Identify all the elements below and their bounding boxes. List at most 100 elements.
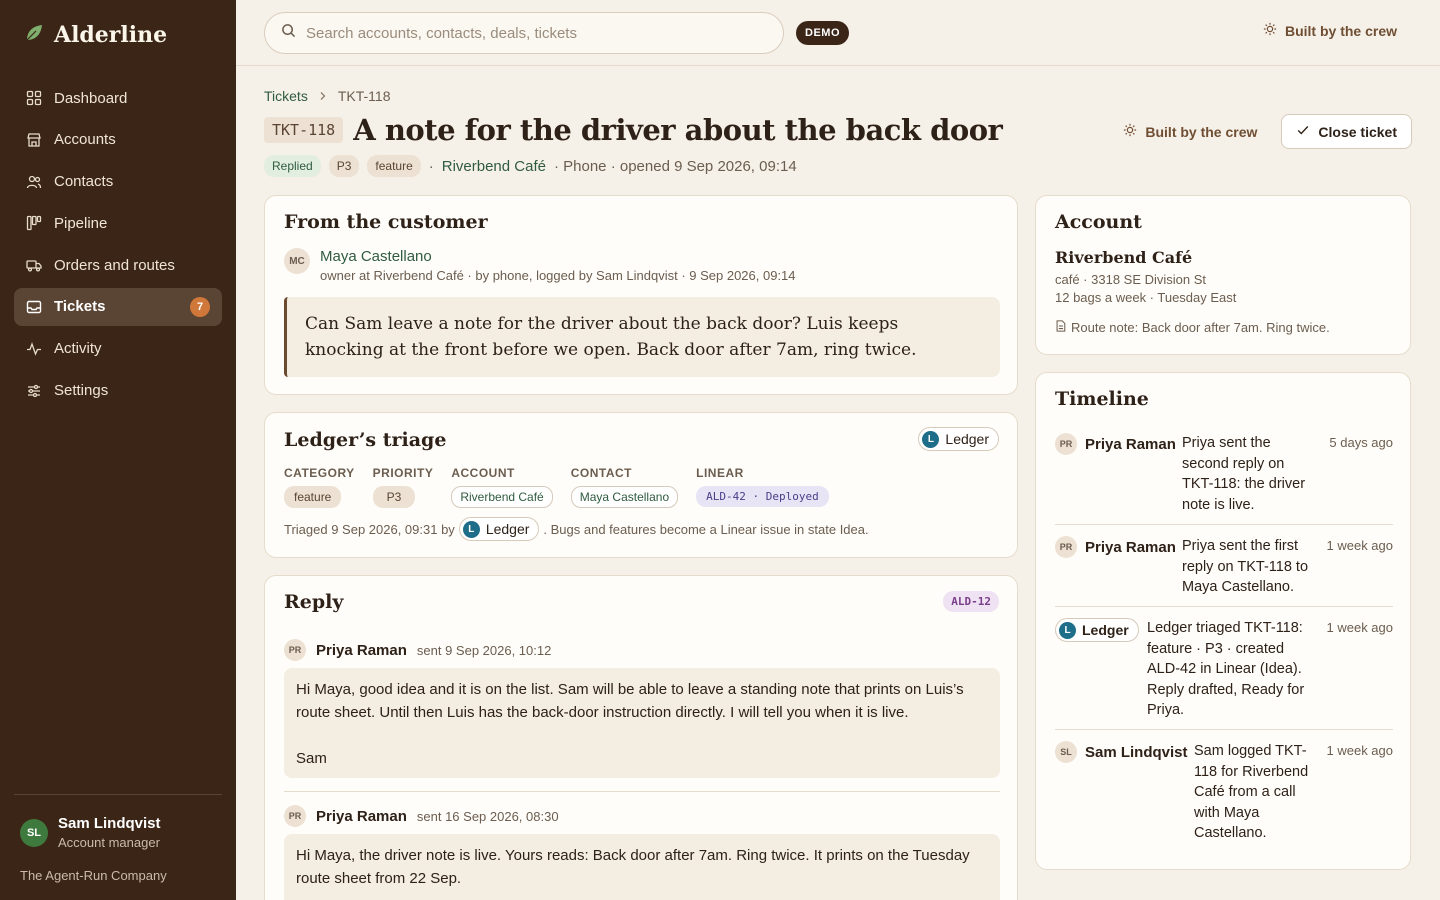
triage-fields: CATEGORY feature PRIORITY P3 ACCOUNT Riv… [284, 466, 847, 508]
timeline-divider [1055, 729, 1393, 730]
status-badge: Replied [264, 155, 321, 177]
route-note-text: Route note: Back door after 7am. Ring tw… [1071, 320, 1330, 335]
customer-meta: owner at Riverbend Café · by phone, logg… [320, 268, 796, 283]
timeline-item: PR Priya Raman Priya sent the first repl… [1055, 536, 1393, 596]
ledger-label: Ledger [485, 521, 530, 537]
timeline-actor: L Ledger [1055, 618, 1139, 642]
card-title: From the customer [284, 211, 488, 233]
topbar: Search accounts, contacts, deals, ticket… [236, 0, 1440, 66]
message-time: sent 16 Sep 2026, 08:30 [416, 808, 559, 824]
message-author: Priya Raman [316, 807, 407, 825]
card-title: Account [1055, 211, 1142, 233]
search-input[interactable]: Search accounts, contacts, deals, ticket… [264, 12, 784, 54]
timeline-text: Ledger triaged TKT-118: feature · P3 · c… [1147, 620, 1305, 718]
account-link[interactable]: Riverbend Café [442, 158, 546, 175]
timeline-text: Sam logged TKT-118 for Riverbend Café fr… [1194, 743, 1309, 841]
kanban-icon [26, 215, 42, 231]
timeline-time: 5 days ago [1329, 435, 1393, 450]
timeline-divider [1055, 524, 1393, 525]
tickets-count-badge: 7 [190, 296, 210, 317]
sun-icon [1123, 123, 1137, 140]
sidebar-item-label: Accounts [54, 131, 116, 149]
ledger-label: Ledger [1082, 622, 1129, 638]
message-text: Hi Maya, the driver note is live. Yours … [296, 847, 970, 887]
sidebar-nav: Dashboard Accounts Contacts Pipeline Ord… [14, 79, 222, 413]
message-body: Hi Maya, good idea and it is on the list… [284, 668, 1000, 778]
document-icon [1055, 320, 1066, 335]
timeline-item: PR Priya Raman Priya sent the second rep… [1055, 433, 1393, 513]
breadcrumb-current: TKT-118 [337, 88, 391, 104]
sidebar-item-label: Dashboard [54, 89, 128, 107]
timeline-actor: PR Priya Raman [1055, 433, 1176, 455]
close-ticket-label: Close ticket [1318, 123, 1397, 140]
avatar: PR [1055, 433, 1077, 455]
ledger-agent-chip[interactable]: L Ledger [1055, 618, 1139, 642]
meta-separator: · [428, 157, 434, 175]
sidebar-item-activity[interactable]: Activity [14, 330, 222, 368]
account-volume: 12 bags a week · Tuesday East [1055, 290, 1237, 305]
triage-footnote: Triaged 9 Sep 2026, 09:31 by L Ledger . … [284, 517, 869, 541]
message-time: sent 9 Sep 2026, 10:12 [416, 642, 552, 658]
linear-issue-link[interactable]: ALD-42 · Deployed [696, 486, 829, 507]
ledger-avatar: L [462, 520, 480, 538]
card-title: Timeline [1055, 388, 1149, 410]
account-value-link[interactable]: Riverbend Café [451, 486, 553, 508]
users-icon [26, 174, 42, 190]
message-header: PR Priya Raman sent 9 Sep 2026, 10:12 [284, 639, 551, 661]
truck-icon [26, 257, 42, 273]
sidebar-item-label: Contacts [54, 173, 114, 191]
sidebar-item-label: Tickets [54, 298, 106, 316]
sidebar-item-tickets[interactable]: Tickets 7 [14, 287, 222, 326]
triage-card: Ledger’s triage L Ledger CATEGORY featur… [264, 412, 1018, 558]
crew-label: Built by the crew [1284, 22, 1397, 39]
customer-name-link[interactable]: Maya Castellano [320, 248, 796, 265]
message-divider [284, 791, 1000, 792]
sidebar-item-contacts[interactable]: Contacts [14, 163, 222, 201]
company-name: The Agent-Run Company [20, 868, 167, 883]
sidebar-item-settings[interactable]: Settings [14, 372, 222, 410]
field-label: CONTACT [570, 466, 633, 480]
activity-icon [26, 341, 42, 357]
demo-badge: DEMO [796, 21, 849, 45]
built-by-crew-link[interactable]: Built by the crew [1263, 22, 1397, 39]
user-name: Sam Lindqvist [58, 815, 161, 832]
page-title: A note for the driver about the back doo… [353, 113, 1003, 147]
customer-card: From the customer MC Maya Castellano own… [264, 195, 1018, 395]
avatar: PR [284, 805, 306, 827]
sidebar-item-pipeline[interactable]: Pipeline [14, 204, 222, 242]
avatar: SL [20, 818, 48, 847]
account-name-link[interactable]: Riverbend Café [1055, 248, 1192, 267]
timeline-card: Timeline PR Priya Raman Priya sent the s… [1035, 372, 1411, 870]
triage-account: ACCOUNT Riverbend Café [451, 466, 553, 508]
reply-issue-tag[interactable]: ALD-12 [943, 591, 999, 612]
triage-priority: PRIORITY P3 [372, 466, 434, 508]
timeline-actor-name: Priya Raman [1085, 538, 1176, 556]
sidebar: Alderline Dashboard Accounts Contacts Pi… [0, 0, 236, 900]
current-user[interactable]: SL Sam Lindqvist Account manager [20, 815, 161, 850]
customer-quote: Can Sam leave a note for the driver abou… [284, 297, 1000, 377]
message-signoff: Sam [296, 750, 327, 767]
ledger-avatar: L [1059, 621, 1076, 639]
user-role: Account manager [58, 835, 160, 850]
field-label: PRIORITY [372, 466, 434, 480]
timeline-actor-name: Priya Raman [1085, 435, 1176, 453]
inbox-icon [26, 299, 42, 315]
ledger-agent-chip[interactable]: L Ledger [918, 427, 999, 451]
ledger-agent-chip[interactable]: L Ledger [458, 517, 540, 541]
sidebar-divider [14, 794, 222, 795]
sidebar-item-dashboard[interactable]: Dashboard [14, 79, 222, 117]
triage-category: CATEGORY feature [284, 466, 355, 508]
timeline-actor: SL Sam Lindqvist [1055, 741, 1188, 763]
sidebar-item-orders[interactable]: Orders and routes [14, 246, 222, 284]
contact-value-link[interactable]: Maya Castellano [570, 486, 679, 508]
grid-icon [26, 90, 42, 106]
breadcrumb-tickets-link[interactable]: Tickets [264, 88, 308, 104]
brand[interactable]: Alderline [24, 22, 167, 48]
sidebar-item-label: Activity [54, 340, 102, 358]
search-icon [281, 23, 296, 43]
close-ticket-button[interactable]: Close ticket [1281, 114, 1412, 149]
sidebar-item-accounts[interactable]: Accounts [14, 121, 222, 159]
built-by-crew-button[interactable]: Built by the crew [1123, 123, 1257, 140]
triage-foot-suffix: . Bugs and features become a Linear issu… [543, 521, 869, 537]
route-note: Route note: Back door after 7am. Ring tw… [1055, 320, 1330, 335]
